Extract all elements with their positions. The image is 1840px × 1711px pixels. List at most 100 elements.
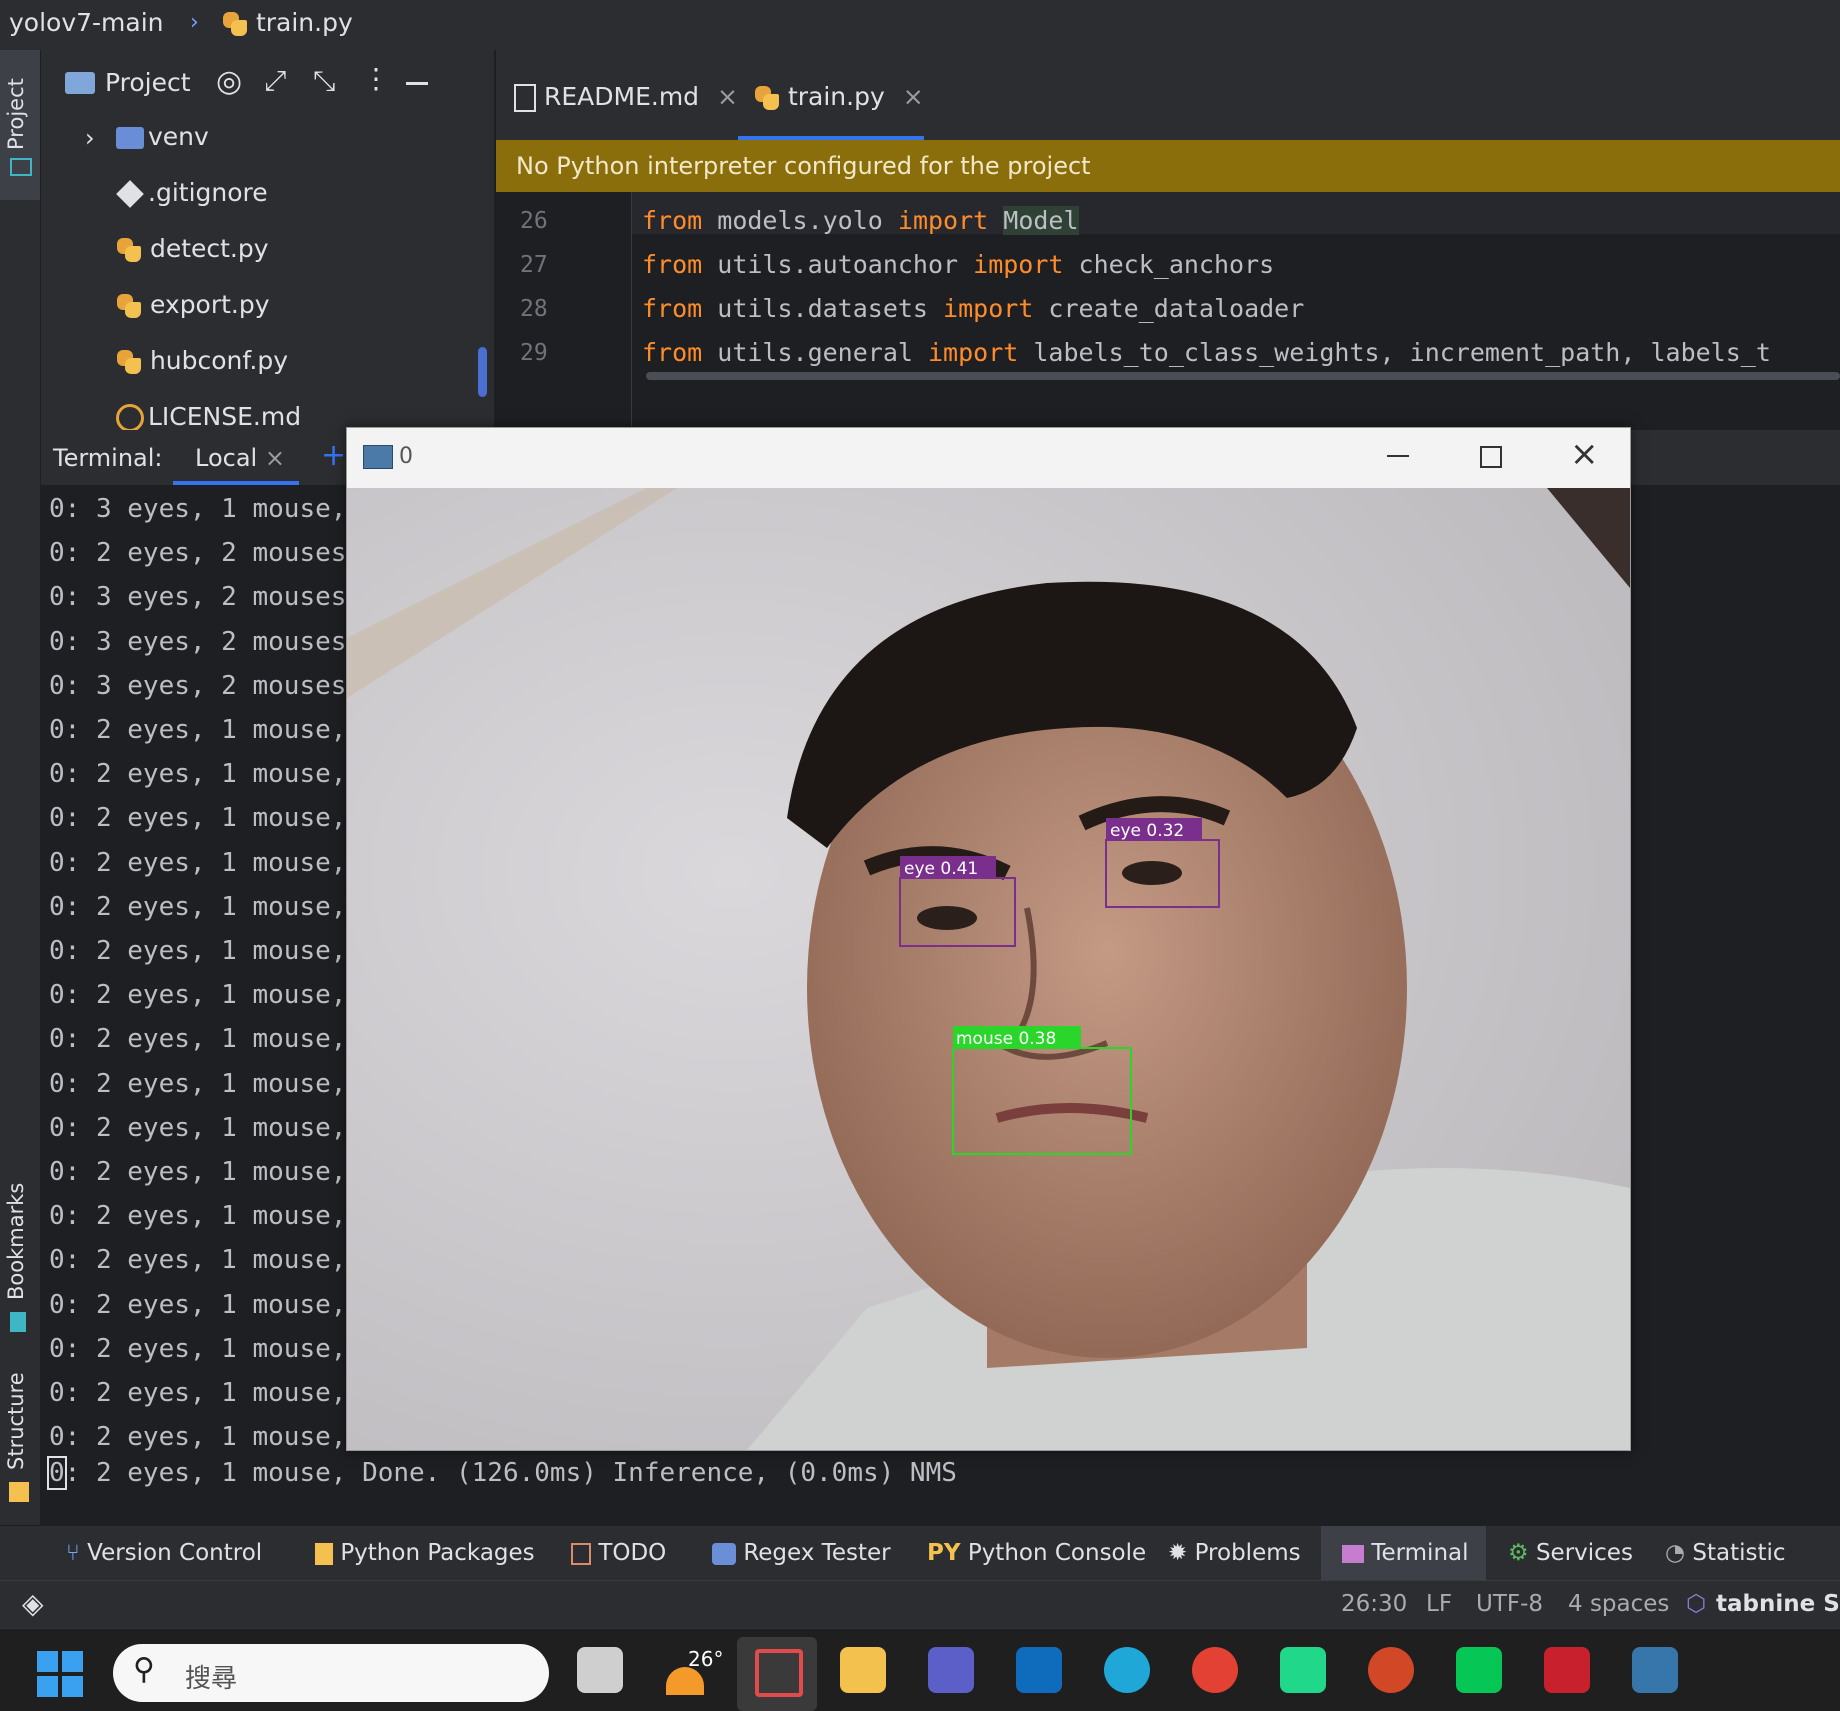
code-line[interactable]: from models.yolo import Model <box>642 206 1079 235</box>
breadcrumb-file[interactable]: train.py <box>222 8 353 37</box>
search-icon: ⚲ <box>133 1652 155 1687</box>
project-name[interactable]: yolov7-main <box>9 8 164 37</box>
terminal-cursor: 0 <box>47 1456 67 1490</box>
tree-item-license[interactable]: LICENSE.md <box>116 402 301 430</box>
branch-icon: ⑂ <box>66 1540 80 1566</box>
project-tool-tab[interactable]: Project <box>0 50 40 200</box>
structure-tool-tab[interactable]: Structure <box>4 1372 28 1470</box>
line-separator[interactable]: LF <box>1426 1591 1452 1617</box>
close-icon[interactable]: × <box>1570 434 1599 474</box>
project-panel-title[interactable]: Project <box>105 68 191 97</box>
editor: README.md × train.py × No Python interpr… <box>496 50 1840 432</box>
powerpoint-icon[interactable] <box>1368 1647 1414 1693</box>
edge-icon[interactable] <box>1104 1647 1150 1693</box>
interpreter-warning-banner[interactable]: No Python interpreter configured for the… <box>496 140 1840 192</box>
line-number: 29 <box>520 340 548 366</box>
chevron-right-icon: › <box>190 10 199 35</box>
line-gutter: 26 27 28 29 <box>496 192 632 432</box>
structure-icon <box>9 1482 29 1502</box>
terminal-tab[interactable]: Terminal <box>1342 1540 1469 1566</box>
code-line[interactable]: from utils.datasets import create_datalo… <box>642 294 1304 323</box>
task-view-icon[interactable] <box>577 1647 623 1693</box>
close-icon[interactable]: × <box>265 444 285 472</box>
editor-tabs: README.md × train.py × <box>496 50 1840 140</box>
snipping-tool-active[interactable] <box>737 1637 817 1711</box>
tabnine-status[interactable]: tabnine S <box>1716 1591 1840 1617</box>
tree-item-venv[interactable]: venv <box>116 122 209 151</box>
chrome-icon[interactable] <box>1192 1647 1238 1693</box>
line-number: 28 <box>520 296 548 322</box>
collapse-all-icon[interactable]: ⤡ <box>313 64 335 98</box>
maximize-icon[interactable] <box>1480 446 1502 468</box>
title-bar: yolov7-main › train.py <box>0 0 1840 50</box>
services-icon: ⚙ <box>1508 1540 1529 1566</box>
todo-tab[interactable]: TODO <box>571 1540 666 1566</box>
bookmarks-tool-tab[interactable]: Bookmarks <box>4 1183 28 1300</box>
problems-tab[interactable]: ✹ Problems <box>1168 1540 1301 1566</box>
minimize-icon[interactable] <box>1387 455 1409 457</box>
target-icon[interactable]: ◎ <box>216 64 242 99</box>
code-line[interactable]: from utils.autoanchor import check_ancho… <box>642 250 1274 279</box>
code-line[interactable]: from utils.general import labels_to_clas… <box>642 338 1771 367</box>
horizontal-scrollbar[interactable] <box>646 372 1840 380</box>
terminal-line: 0: 2 eyes, 1 mouse, <box>49 1112 347 1143</box>
weather-widget[interactable]: 26° <box>662 1647 723 1699</box>
terminal-line: 0: 2 eyes, 1 mouse, <box>49 715 347 745</box>
outlook-icon[interactable] <box>1016 1647 1062 1693</box>
project-tool-icon <box>10 158 32 176</box>
cursor-position[interactable]: 26:30 <box>1341 1591 1407 1617</box>
project-tool-label: Project <box>4 78 28 150</box>
chevron-right-icon[interactable]: › <box>85 124 95 152</box>
python-console-tab[interactable]: PY Python Console <box>927 1540 1146 1566</box>
detection-window-titlebar[interactable]: 0 × <box>347 428 1630 486</box>
detection-label: eye 0.41 <box>904 859 978 879</box>
python-packages-tab[interactable]: Python Packages <box>315 1540 535 1566</box>
statistic-icon: ◔ <box>1665 1540 1686 1566</box>
close-icon[interactable]: × <box>903 82 924 111</box>
terminal-line: 0: 2 eyes, 2 mouses <box>49 538 347 569</box>
tree-item-gitignore[interactable]: .gitignore <box>116 178 268 208</box>
detection-label: mouse 0.38 <box>956 1029 1056 1049</box>
services-tab[interactable]: ⚙ Services <box>1508 1540 1633 1566</box>
tab-train[interactable]: train.py × <box>754 82 924 111</box>
terminal-icon <box>1342 1544 1364 1563</box>
terminal-line: 0: 2 eyes, 1 mouse, <box>49 891 347 922</box>
file-explorer-icon[interactable] <box>840 1647 886 1693</box>
taskbar-search[interactable]: ⚲ 搜尋 <box>113 1644 549 1702</box>
terminal-last-line: 0: 2 eyes, 1 mouse, Done. (126.0ms) Infe… <box>47 1456 957 1490</box>
packages-icon <box>315 1542 333 1565</box>
left-tool-strip: Project Bookmarks Structure <box>0 50 41 1525</box>
tab-readme[interactable]: README.md × <box>514 82 738 112</box>
minimize-panel-icon[interactable] <box>406 82 428 85</box>
tree-item-hubconf[interactable]: hubconf.py <box>116 346 288 375</box>
tabnine-icon: ⬡ <box>1686 1591 1707 1617</box>
windows-start-icon[interactable] <box>37 1651 83 1697</box>
file-encoding[interactable]: UTF-8 <box>1476 1591 1543 1617</box>
layers-icon[interactable]: ◈ <box>22 1587 44 1620</box>
regex-tester-tab[interactable]: Regex Tester <box>712 1540 891 1566</box>
project-tree: › venv .gitignore detect.py export.py hu… <box>41 112 494 430</box>
terminal-line: 0: 2 eyes, 1 mouse, <box>49 1157 347 1187</box>
expand-all-icon[interactable]: ⤢ <box>264 64 286 98</box>
pycharm-icon[interactable] <box>1280 1647 1326 1693</box>
version-control-tab[interactable]: ⑂ Version Control <box>66 1540 262 1566</box>
close-icon[interactable]: × <box>717 82 738 111</box>
tree-item-export[interactable]: export.py <box>116 290 270 319</box>
python-icon[interactable] <box>1632 1647 1678 1693</box>
statistic-tab[interactable]: ◔ Statistic <box>1665 1540 1786 1566</box>
teams-icon[interactable] <box>928 1647 974 1693</box>
tab-local[interactable]: Local × <box>195 444 285 472</box>
add-terminal-icon[interactable]: + <box>321 438 346 473</box>
terminal-line: 0: 2 eyes, 1 mouse, <box>49 1201 347 1232</box>
more-options-icon[interactable]: ⋮ <box>362 62 390 95</box>
tree-item-detect[interactable]: detect.py <box>116 234 269 263</box>
python-file-icon <box>754 85 780 111</box>
folder-venv-icon <box>116 127 144 149</box>
folder-icon <box>65 72 95 94</box>
window-title: 0 <box>399 444 413 469</box>
pdf-editor-icon[interactable] <box>1544 1647 1590 1693</box>
license-icon <box>116 404 144 430</box>
scrollbar[interactable] <box>478 347 487 397</box>
indent-setting[interactable]: 4 spaces <box>1568 1591 1669 1617</box>
line-icon[interactable] <box>1456 1647 1502 1693</box>
